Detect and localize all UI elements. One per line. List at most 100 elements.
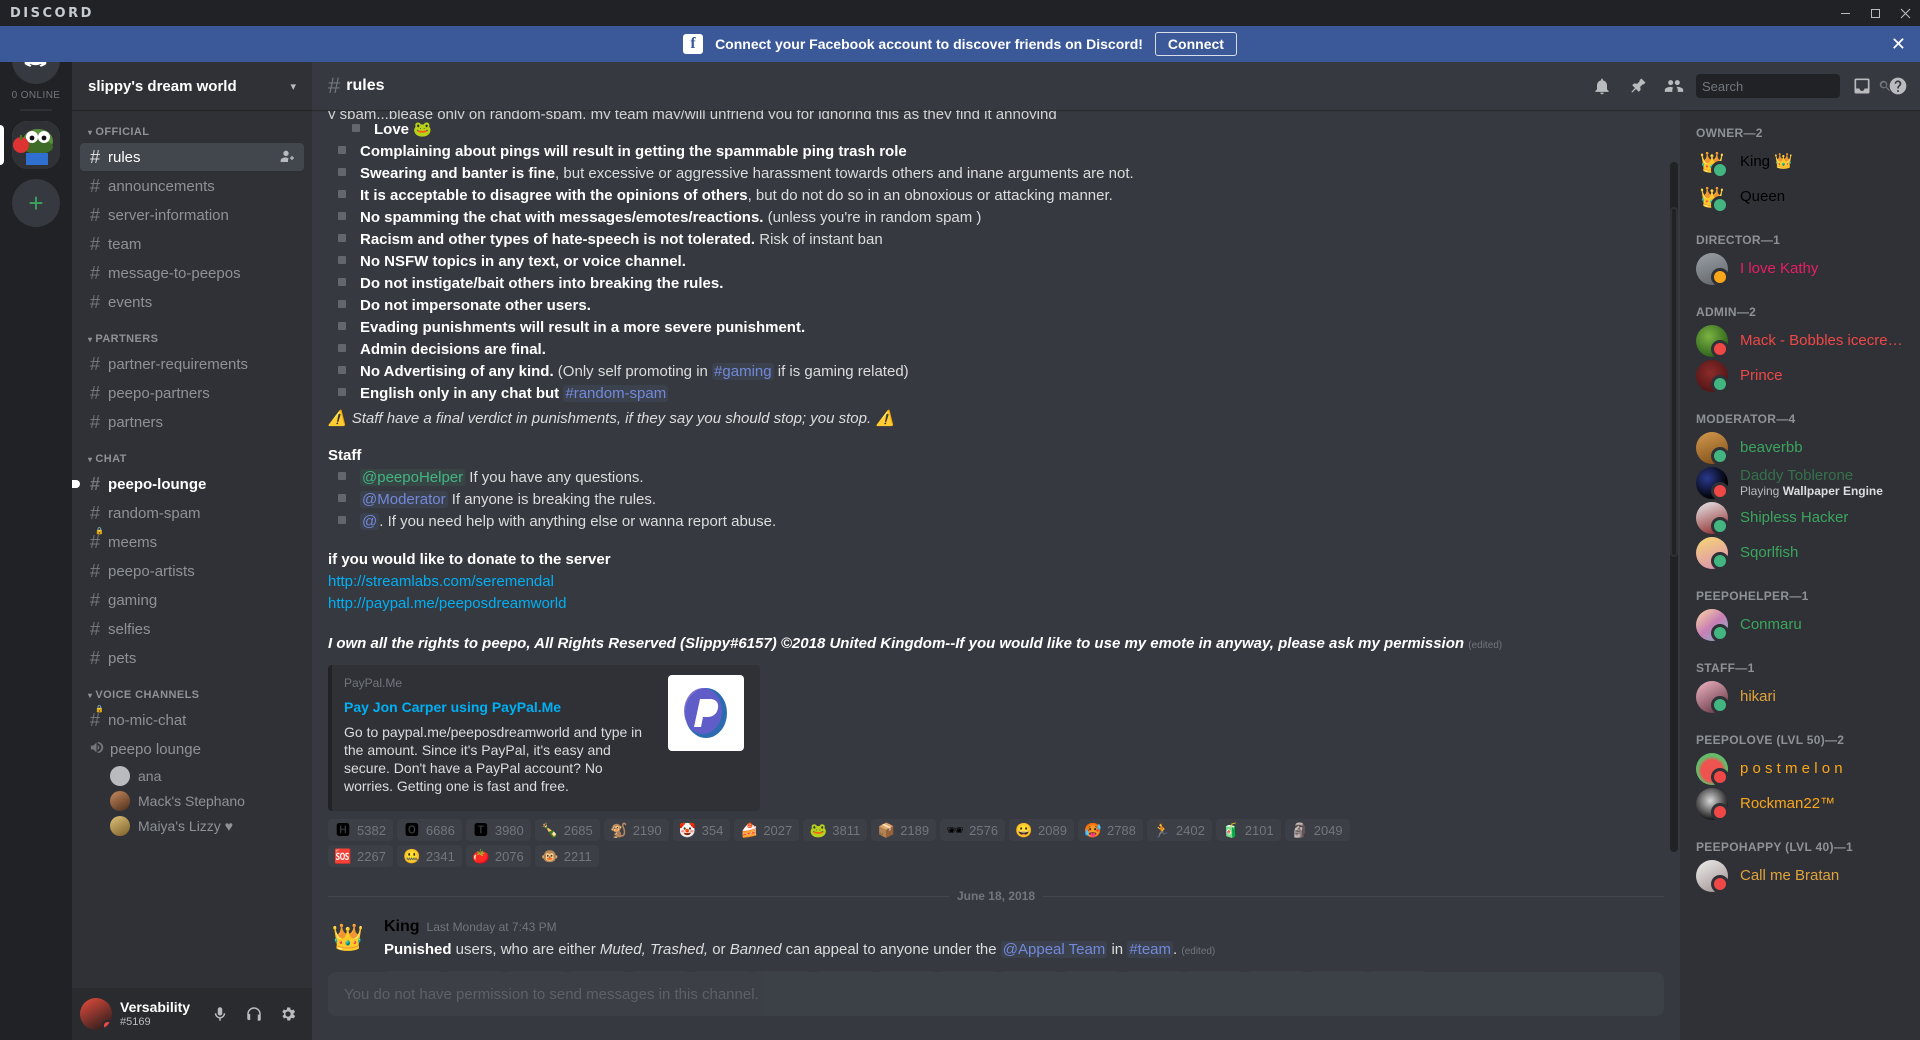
member-beaverbb[interactable]: beaverbb: [1688, 431, 1912, 465]
sidebar-item-team[interactable]: # team: [80, 230, 304, 258]
sidebar-item-rules[interactable]: # rules: [80, 143, 304, 171]
connect-button[interactable]: Connect: [1154, 32, 1237, 56]
sidebar-item-peepo-partners[interactable]: # peepo-partners: [80, 379, 304, 407]
rule-bold: Love: [374, 121, 410, 138]
reaction-sunglasses-emote[interactable]: 🕶 2576: [940, 819, 1006, 841]
reaction-monkey-cap-emote[interactable]: 🐵 2211: [534, 845, 599, 867]
microphone-icon[interactable]: [204, 998, 236, 1030]
reaction-count: 354: [701, 822, 724, 838]
member-hikari[interactable]: hikari: [1688, 680, 1912, 714]
warning-icon-left: ⚠️: [328, 410, 347, 427]
reaction-peepo-drink-emote[interactable]: 🍾 2685: [534, 819, 600, 841]
role-mention[interactable]: @Moderator: [360, 491, 448, 508]
reaction-pepe-emote[interactable]: 🐸 3811: [803, 819, 868, 841]
role-mention[interactable]: @: [360, 513, 380, 530]
member-daddy-toblerone[interactable]: Daddy Toblerone Playing Wallpaper Engine: [1688, 466, 1912, 500]
voice-member-name: Mack's Stephano: [138, 793, 245, 809]
add-server-button[interactable]: +: [12, 179, 60, 227]
category-partners[interactable]: ▾ PARTNERS: [72, 317, 312, 349]
member-rockman22-[interactable]: Rockman22™: [1688, 787, 1912, 821]
member-name: Sqorlfish: [1740, 544, 1799, 562]
member-shipless-hacker[interactable]: Shipless Hacker: [1688, 501, 1912, 535]
reaction-o-red-emote[interactable]: 🅾 6686: [396, 819, 462, 841]
pin-icon[interactable]: [1624, 72, 1652, 100]
channel-mention[interactable]: #random-spam: [563, 385, 669, 402]
category-official[interactable]: ▾ OFFICIAL: [72, 126, 312, 142]
headphones-icon[interactable]: [238, 998, 270, 1030]
reaction-monkey-emote[interactable]: 🐒 2190: [603, 819, 669, 841]
help-icon[interactable]: [1884, 72, 1912, 100]
category-voice-channels[interactable]: ▾ VOICE CHANNELS: [72, 673, 312, 705]
sidebar-item-meems[interactable]: #meems: [80, 528, 304, 556]
member-i-love-kathy[interactable]: I love Kathy: [1688, 252, 1912, 286]
close-icon[interactable]: [1890, 0, 1920, 26]
message-scroller[interactable]: y spam...please only on random-spam, my …: [312, 110, 1680, 972]
member-king-[interactable]: 👑 King 👑: [1688, 145, 1912, 179]
sidebar-item-peepo-lounge[interactable]: # peepo-lounge: [72, 470, 304, 498]
sidebar-item-pets[interactable]: # pets: [80, 644, 304, 672]
avatar[interactable]: 👑: [328, 917, 368, 957]
reaction-clown-emote[interactable]: 🤡 354: [672, 819, 731, 841]
member-call-me-bratan[interactable]: Call me Bratan: [1688, 859, 1912, 893]
member-sqorlfish[interactable]: Sqorlfish: [1688, 536, 1912, 570]
sidebar-item-events[interactable]: # events: [80, 288, 304, 316]
reaction-tomato-emote[interactable]: 🍅 2076: [465, 845, 531, 867]
sidebar-item-peepo-artists[interactable]: # peepo-artists: [80, 557, 304, 585]
message-scrollbar[interactable]: [1670, 162, 1678, 852]
donate-link-paypal[interactable]: http://paypal.me/peeposdreamworld: [328, 593, 1672, 615]
reaction-statue-emote[interactable]: 🗿 2049: [1284, 819, 1350, 841]
member-p-o-s-t-m-e-l-o-n[interactable]: p o s t m e l o n: [1688, 752, 1912, 786]
gear-icon[interactable]: [272, 998, 304, 1030]
reaction-count: 2101: [1244, 822, 1274, 838]
members-icon[interactable]: [1660, 72, 1688, 100]
guild-item-slippys-dream-world[interactable]: [0, 121, 60, 169]
sidebar-item-partner-requirements[interactable]: # partner-requirements: [80, 350, 304, 378]
member-prince[interactable]: Prince: [1688, 359, 1912, 393]
donate-link-streamlabs[interactable]: http://streamlabs.com/seremendal: [328, 571, 1672, 593]
server-header[interactable]: slippy's dream world ▾: [72, 62, 312, 110]
voice-member-maiya-s-lizzy-[interactable]: Maiya's Lizzy ♥: [102, 814, 304, 838]
sidebar-item-announcements[interactable]: # announcements: [80, 172, 304, 200]
reaction-box-emote[interactable]: 📦 2189: [871, 819, 937, 841]
reaction-t-blue-emote[interactable]: 🆃 3980: [465, 819, 531, 841]
channel-mention[interactable]: #gaming: [712, 363, 774, 380]
member-identity: Queen: [1740, 188, 1785, 205]
category-chat[interactable]: ▾ CHAT: [72, 437, 312, 469]
message-author[interactable]: King: [384, 917, 420, 937]
banner-close-icon[interactable]: ✕: [1891, 35, 1906, 53]
sidebar-item-partners[interactable]: # partners: [80, 408, 304, 436]
bell-icon[interactable]: [1588, 72, 1616, 100]
add-member-icon[interactable]: [280, 148, 296, 167]
sidebar-item-peepo-lounge[interactable]: peepo lounge: [80, 735, 304, 763]
voice-member-mack-s-stephano[interactable]: Mack's Stephano: [102, 789, 304, 813]
reaction-sos-emote[interactable]: 🆘 2267: [328, 845, 393, 867]
reaction-peepo-run-emote[interactable]: 🏃 2402: [1146, 819, 1212, 841]
member-mack-bobbles-icecream[interactable]: Mack - Bobbles icecream: [1688, 324, 1912, 358]
reaction-juice-emote[interactable]: 🧃 2101: [1215, 819, 1281, 841]
avatar[interactable]: [80, 998, 112, 1030]
reaction-h-blue-emote[interactable]: 🅷 5382: [328, 819, 393, 841]
voice-member-ana[interactable]: ana: [102, 764, 304, 788]
mention-team-channel[interactable]: #team: [1127, 941, 1174, 958]
reaction-hook-emote[interactable]: 🤐 2341: [396, 845, 462, 867]
embed-title-link[interactable]: Pay Jon Carper using PayPal.Me: [344, 697, 652, 717]
maximize-icon[interactable]: [1860, 0, 1890, 26]
mention-appeal-team[interactable]: @Appeal Team: [1000, 941, 1108, 958]
role-mention[interactable]: @peepoHelper: [360, 469, 466, 486]
inbox-icon[interactable]: [1848, 72, 1876, 100]
reaction-smile-emote[interactable]: 😀 2089: [1009, 819, 1074, 841]
minimize-icon[interactable]: [1830, 0, 1860, 26]
sidebar-item-gaming[interactable]: # gaming: [80, 586, 304, 614]
sidebar-item-no-mic-chat[interactable]: #no-mic-chat: [80, 706, 304, 734]
scrollbar-thumb[interactable]: [1670, 207, 1678, 557]
sidebar-item-random-spam[interactable]: # random-spam: [80, 499, 304, 527]
member-conmaru[interactable]: Conmaru: [1688, 608, 1912, 642]
reaction-cake-emote[interactable]: 🍰 2027: [734, 819, 800, 841]
sidebar-item-server-information[interactable]: # server-information: [80, 201, 304, 229]
member-queen[interactable]: 👑 Queen: [1688, 180, 1912, 214]
reaction-count: 6686: [425, 822, 455, 838]
sidebar-item-message-to-peepos[interactable]: # message-to-peepos: [80, 259, 304, 287]
reaction-peepo-suit-emote[interactable]: 🥵 2788: [1077, 819, 1143, 841]
search-box[interactable]: [1696, 74, 1890, 98]
sidebar-item-selfies[interactable]: # selfies: [80, 615, 304, 643]
